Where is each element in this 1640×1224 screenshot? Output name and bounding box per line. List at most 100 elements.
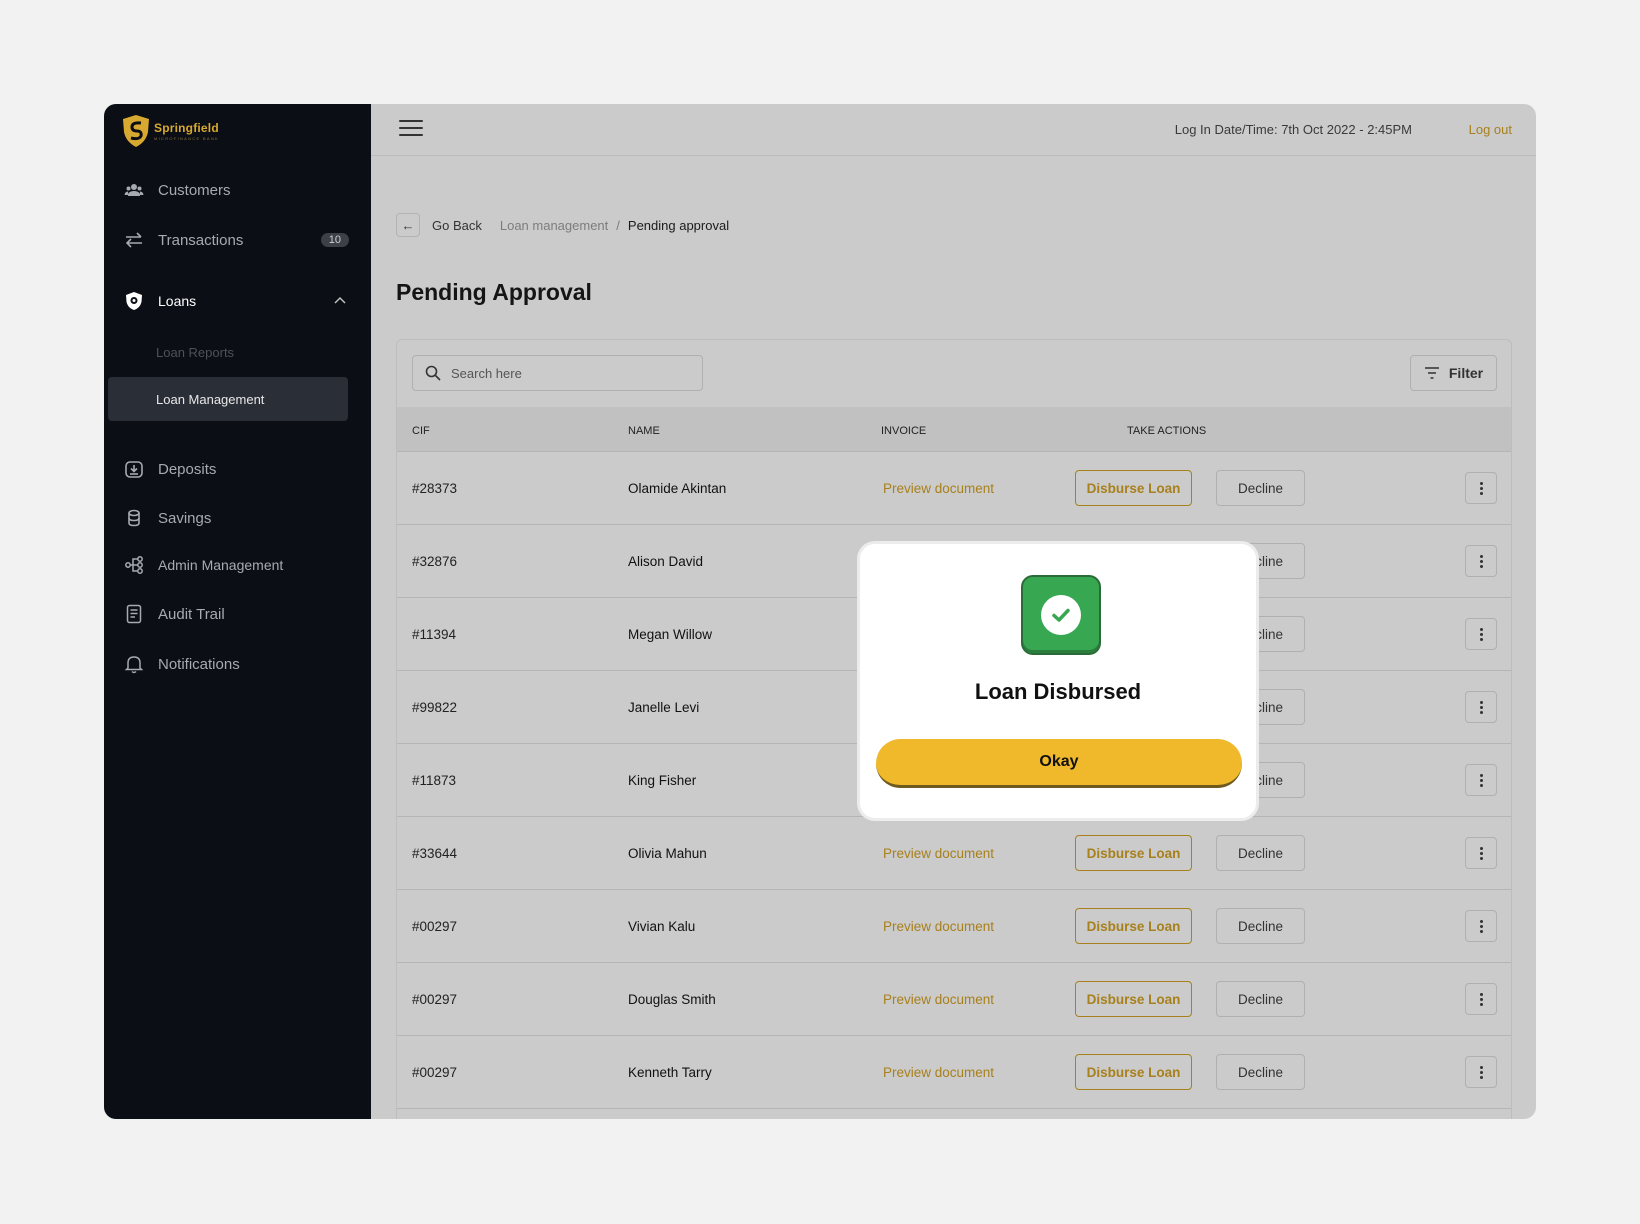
transactions-count-badge: 10 xyxy=(320,233,349,247)
top-bar: Log In Date/Time: 7th Oct 2022 - 2:45PM … xyxy=(371,104,1536,156)
decline-button[interactable]: Decline xyxy=(1216,1054,1305,1090)
sidebar-item-admin-management[interactable]: Admin Management xyxy=(124,545,349,585)
sidebar-item-savings[interactable]: Savings xyxy=(124,498,349,538)
disburse-loan-button[interactable]: Disburse Loan xyxy=(1075,908,1192,944)
vertical-dots-icon xyxy=(1479,773,1483,787)
vertical-dots-icon xyxy=(1479,700,1483,714)
column-header-cif: CIF xyxy=(412,425,430,437)
decline-button[interactable]: Decline xyxy=(1216,835,1305,871)
vertical-dots-icon xyxy=(1479,1065,1483,1079)
sidebar-item-deposits[interactable]: Deposits xyxy=(124,449,349,489)
app-window: Springfield MICROFINANCE BANK Customers … xyxy=(104,104,1536,1119)
hamburger-menu-icon[interactable] xyxy=(399,120,423,138)
decline-button[interactable]: Decline xyxy=(1216,470,1305,506)
cell-cif: #00297 xyxy=(412,1065,458,1080)
sidebar-item-transactions[interactable]: Transactions 10 xyxy=(124,220,349,260)
sidebar-item-label: Notifications xyxy=(158,655,240,673)
more-options-button[interactable] xyxy=(1465,1056,1497,1088)
chevron-up-icon[interactable] xyxy=(333,294,347,308)
breadcrumb-separator: / xyxy=(616,217,620,233)
transfer-arrows-icon xyxy=(124,230,144,250)
cell-cif: #32876 xyxy=(412,554,458,569)
more-options-button[interactable] xyxy=(1465,764,1497,796)
sidebar-item-customers[interactable]: Customers xyxy=(124,170,349,210)
more-options-button[interactable] xyxy=(1465,983,1497,1015)
preview-document-link[interactable]: Preview document xyxy=(883,992,994,1007)
loan-shield-icon xyxy=(124,291,144,311)
table-row: #00297 Kenneth Tarry Preview document Disbu… xyxy=(397,1036,1511,1109)
cell-name: Alison David xyxy=(628,554,704,569)
go-back-link[interactable]: Go Back xyxy=(432,218,482,233)
preview-document-link[interactable]: Preview document xyxy=(883,846,994,861)
modal-title: Loan Disbursed xyxy=(974,679,1142,704)
more-options-button[interactable] xyxy=(1465,910,1497,942)
vertical-dots-icon xyxy=(1479,481,1483,495)
success-badge xyxy=(1021,575,1101,655)
vertical-dots-icon xyxy=(1479,627,1483,641)
disburse-loan-button[interactable]: Disburse Loan xyxy=(1075,1054,1192,1090)
search-input[interactable] xyxy=(451,365,681,381)
disburse-loan-button[interactable]: Disburse Loan xyxy=(1075,981,1192,1017)
brand-subtitle: MICROFINANCE BANK xyxy=(154,136,219,141)
breadcrumb: ← Go Back Loan management / Pending appr… xyxy=(396,213,729,237)
more-options-button[interactable] xyxy=(1465,837,1497,869)
brand-logo[interactable]: Springfield MICROFINANCE BANK xyxy=(122,114,219,148)
sidebar-item-notifications[interactable]: Notifications xyxy=(124,644,349,684)
search-box[interactable] xyxy=(412,355,703,391)
sidebar: Springfield MICROFINANCE BANK Customers … xyxy=(104,104,371,1119)
page-title: Pending Approval xyxy=(396,279,592,305)
breadcrumb-parent[interactable]: Loan management xyxy=(500,218,608,233)
table-row: #28373 Olamide Akintan Preview document Dis… xyxy=(397,452,1511,525)
sidebar-item-label: Customers xyxy=(158,181,231,199)
cell-cif: #00297 xyxy=(412,919,458,934)
table-row: #00297 Douglas Smith Preview document Disbu… xyxy=(397,963,1511,1036)
decline-button[interactable]: Decline xyxy=(1216,908,1305,944)
column-header-actions: TAKE ACTIONS xyxy=(1127,425,1207,437)
cell-cif: #11873 xyxy=(412,773,457,788)
hierarchy-icon xyxy=(124,555,144,575)
deposit-icon xyxy=(124,459,144,479)
table-header: CIF NAME INVOICE TAKE ACTIONS xyxy=(397,407,1511,452)
sidebar-item-label: Audit Trail xyxy=(158,605,225,623)
cell-name: Kenneth Tarry xyxy=(628,1065,712,1080)
sidebar-item-audit-trail[interactable]: Audit Trail xyxy=(124,594,349,634)
more-options-button[interactable] xyxy=(1465,472,1497,504)
filter-button[interactable]: Filter xyxy=(1410,355,1497,391)
bell-icon xyxy=(124,654,144,674)
disburse-loan-button[interactable]: Disburse Loan xyxy=(1075,835,1192,871)
cell-name: Douglas Smith xyxy=(628,992,716,1007)
cell-cif: #33644 xyxy=(412,846,458,861)
cell-name: Megan Willow xyxy=(628,627,713,642)
decline-button[interactable]: Decline xyxy=(1216,981,1305,1017)
more-options-button[interactable] xyxy=(1465,545,1497,577)
more-options-button[interactable] xyxy=(1465,618,1497,650)
search-icon xyxy=(425,365,441,381)
logout-link[interactable]: Log out xyxy=(1469,122,1512,137)
loan-disbursed-modal: Loan Disbursed Okay xyxy=(857,541,1259,821)
filter-label: Filter xyxy=(1448,365,1484,381)
cell-name: Vivian Kalu xyxy=(628,919,696,934)
sidebar-item-label: Savings xyxy=(158,509,212,527)
more-options-button[interactable] xyxy=(1465,691,1497,723)
okay-button[interactable]: Okay xyxy=(876,739,1242,788)
cell-cif: #28373 xyxy=(412,481,458,496)
filter-icon xyxy=(1424,367,1439,379)
preview-document-link[interactable]: Preview document xyxy=(883,1065,994,1080)
preview-document-link[interactable]: Preview document xyxy=(883,481,994,496)
sidebar-item-label: Transactions xyxy=(158,231,244,249)
disburse-loan-button[interactable]: Disburse Loan xyxy=(1075,470,1192,506)
vertical-dots-icon xyxy=(1479,992,1483,1006)
sidebar-item-label: Admin Management xyxy=(158,557,284,573)
login-datetime: Log In Date/Time: 7th Oct 2022 - 2:45PM xyxy=(1174,122,1412,137)
cell-cif: #99822 xyxy=(412,700,458,715)
back-arrow-icon[interactable]: ← xyxy=(396,213,420,237)
cell-name: King Fisher xyxy=(628,773,697,788)
users-icon xyxy=(124,180,144,200)
cell-cif: #00297 xyxy=(412,992,458,1007)
sidebar-item-loans[interactable]: Loans xyxy=(124,281,349,321)
sidebar-subitem-label: Loan Management xyxy=(156,392,265,407)
sidebar-item-label: Loans xyxy=(158,293,197,309)
preview-document-link[interactable]: Preview document xyxy=(883,919,994,934)
sidebar-subitem-loan-reports[interactable]: Loan Reports xyxy=(156,345,234,360)
cell-name: Olivia Mahun xyxy=(628,846,707,861)
